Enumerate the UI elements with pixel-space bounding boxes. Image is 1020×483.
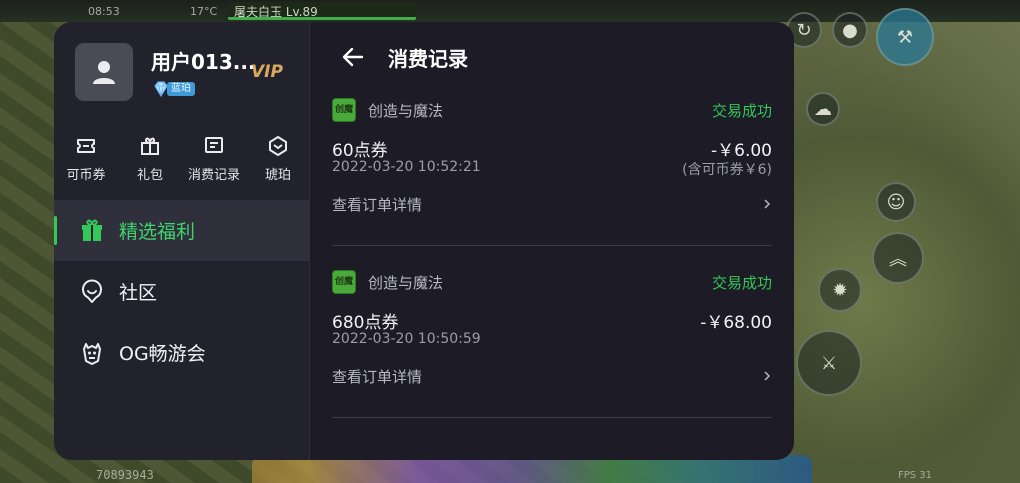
- purchase-item: 60点券: [332, 141, 388, 161]
- build-hammer-icon[interactable]: ⚒: [876, 8, 934, 66]
- purchase-time: 2022-03-20 10:50:59: [332, 331, 481, 347]
- skill-icon[interactable]: ✹: [818, 268, 862, 312]
- player-level-bar: 屠夫白玉 Lv.89: [228, 2, 416, 20]
- purchase-amount: -￥6.00: [711, 141, 772, 161]
- app-icon: 创魔: [332, 270, 356, 294]
- purchase-time: 2022-03-20 10:52:21: [332, 159, 481, 175]
- status-badge: 交易成功: [711, 273, 772, 292]
- game-status-bar: 08:53 17°C 屠夫白玉 Lv.89: [0, 0, 1020, 22]
- view-order-details-link[interactable]: 查看订单详情: [332, 364, 772, 388]
- record-item: 创魔 创造与魔法 交易成功 680点券 -￥68.00 2022-03-20 1…: [332, 270, 772, 418]
- receipt-icon: [205, 137, 223, 153]
- detail-label: 查看订单详情: [332, 195, 423, 214]
- amber-icon: [269, 136, 287, 156]
- sidebar-item-label: 社区: [119, 282, 158, 304]
- gift-icon: [141, 137, 159, 155]
- detail-label: 查看订单详情: [332, 367, 423, 386]
- quick-action-coupons[interactable]: 可币券: [54, 134, 118, 183]
- game-temperature: 17°C: [190, 5, 218, 18]
- quick-action-label: 琥珀: [264, 168, 291, 183]
- water-drop-icon[interactable]: ●: [832, 12, 868, 48]
- og-club-icon: [83, 342, 101, 365]
- vip-label: VIP: [251, 62, 283, 82]
- player-id: 70893943: [96, 468, 154, 482]
- purchase-item: 680点券: [332, 313, 399, 333]
- avatar[interactable]: [75, 43, 133, 101]
- app-name: 创造与魔法: [368, 101, 444, 120]
- quick-action-label: 消费记录: [187, 168, 240, 183]
- quick-actions: 可币券 礼包 消费记录 琥珀: [54, 134, 310, 183]
- record-item: 创魔 创造与魔法 交易成功 60点券 -￥6.00 2022-03-20 10:…: [332, 98, 772, 246]
- character-icon[interactable]: ☺: [876, 182, 916, 222]
- back-button[interactable]: [338, 42, 368, 72]
- jump-up-icon[interactable]: ︽: [872, 232, 924, 284]
- sidebar-item-label: 精选福利: [119, 221, 196, 243]
- record-app-row: 创魔 创造与魔法 交易成功: [332, 270, 772, 294]
- sidebar-item-label: OG畅游会: [119, 343, 206, 365]
- chevron-right-icon: [764, 371, 771, 381]
- back-arrow-icon: [342, 47, 364, 67]
- quick-action-amber[interactable]: 琥珀: [246, 134, 310, 183]
- community-icon: [82, 278, 102, 303]
- chat-bubble-icon[interactable]: ☁: [806, 92, 840, 126]
- view-order-details-link[interactable]: 查看订单详情: [332, 192, 772, 216]
- username[interactable]: 用户013...: [151, 46, 256, 75]
- status-badge: 交易成功: [711, 101, 772, 120]
- record-app-row: 创魔 创造与魔法 交易成功: [332, 98, 772, 122]
- quick-action-label: 礼包: [136, 168, 163, 183]
- account-panel: 用户013... VIP 蓝珀 可币券 礼包 消费记录 琥珀 精选福利 社区 O…: [54, 22, 794, 460]
- badge-label: 蓝珀: [167, 82, 195, 96]
- purchase-amount: -￥68.00: [700, 313, 772, 333]
- payment-note: (含可币券￥6): [682, 162, 772, 178]
- page-title: 消费记录: [388, 46, 468, 71]
- ticket-icon: [77, 139, 95, 153]
- attack-sword-icon[interactable]: ⚔: [796, 330, 862, 396]
- quick-action-gifts[interactable]: 礼包: [118, 134, 182, 183]
- records-pane: 消费记录 创魔 创造与魔法 交易成功 60点券 -￥6.00 2022-03-2…: [310, 22, 794, 460]
- gift-icon: [82, 219, 102, 241]
- member-badge[interactable]: 蓝珀: [152, 80, 195, 98]
- sidebar-item-community[interactable]: 社区: [54, 261, 310, 322]
- fps-counter: FPS 31: [898, 470, 933, 481]
- sidebar: 用户013... VIP 蓝珀 可币券 礼包 消费记录 琥珀 精选福利 社区 O…: [54, 22, 310, 460]
- quick-action-label: 可币券: [66, 168, 106, 183]
- quick-action-records[interactable]: 消费记录: [182, 134, 246, 183]
- app-icon: 创魔: [332, 98, 356, 122]
- user-icon: [93, 61, 115, 84]
- page-header: 消费记录: [310, 22, 794, 92]
- sidebar-item-og-club[interactable]: OG畅游会: [54, 322, 310, 383]
- sidebar-nav: 精选福利 社区 OG畅游会: [54, 200, 310, 383]
- app-name: 创造与魔法: [368, 273, 444, 292]
- sidebar-item-benefits[interactable]: 精选福利: [54, 200, 310, 261]
- chevron-right-icon: [764, 199, 771, 209]
- game-time: 08:53: [88, 5, 120, 18]
